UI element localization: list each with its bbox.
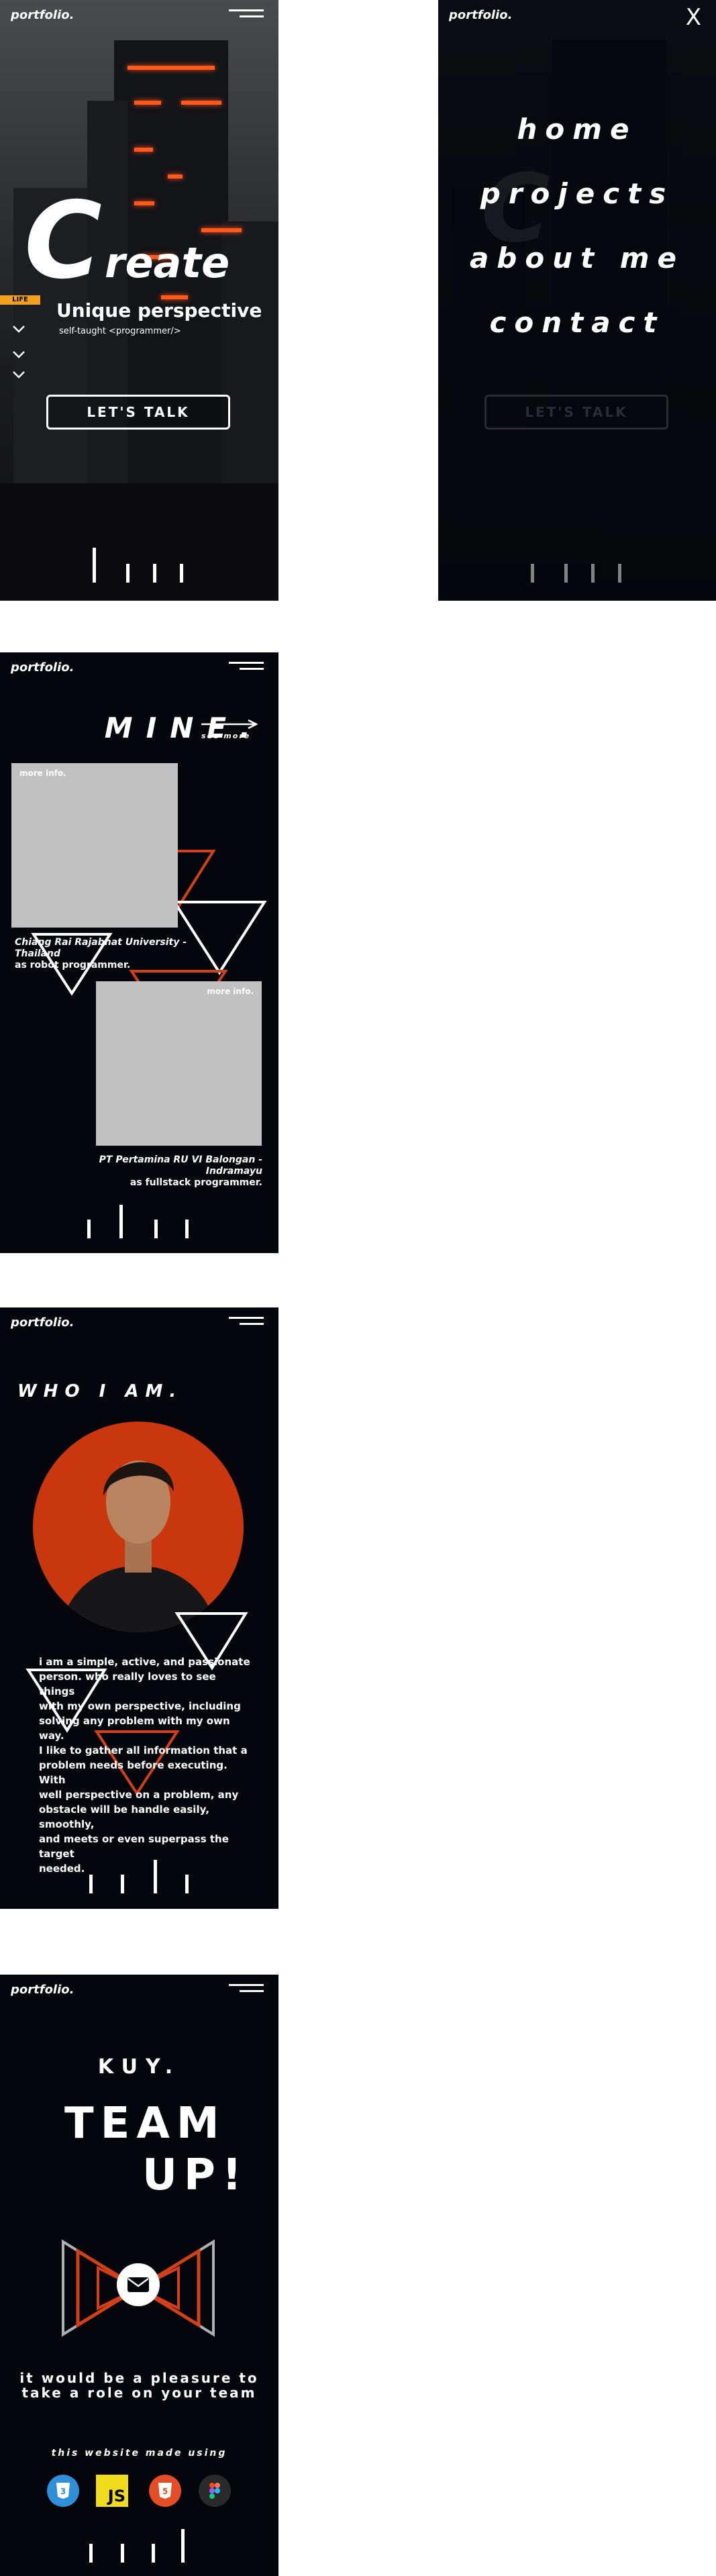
bio-line: with my own perspective, including: [39, 1700, 241, 1712]
project-caption: PT Pertamina RU VI Balongan - Indramayu …: [99, 1154, 262, 1189]
bio-line: I like to gather all information that a: [39, 1744, 248, 1756]
up-heading: UP!: [142, 2150, 249, 2200]
chevron-down-icon: [13, 371, 25, 379]
caption-line: Chiang Rai Rajabhat University -: [15, 937, 187, 948]
about-bio: i am a simple, active, and passionate pe…: [39, 1654, 254, 1876]
caption-line: PT Pertamina RU VI Balongan -: [99, 1154, 262, 1165]
figma-icon: [199, 2475, 231, 2507]
logo[interactable]: portfolio.: [11, 1983, 74, 1997]
page-indicator: [0, 1853, 278, 1893]
email-button[interactable]: [117, 2263, 160, 2306]
about-screen: portfolio. WHO I AM. i am a simple, acti…: [0, 1307, 278, 1909]
javascript-icon: JS: [96, 2475, 128, 2507]
page-indicator: [0, 2522, 278, 2563]
pleasure-text: it would be a pleasure to take a role on…: [0, 2371, 278, 2400]
menu-item-projects[interactable]: projects: [438, 177, 716, 210]
projects-screen: portfolio. MINE. more info. see more Chi…: [0, 652, 278, 1253]
bio-line: problem needs before executing. With: [39, 1759, 227, 1786]
bio-line: obstacle will be handle easily, smoothly…: [39, 1803, 209, 1830]
hero-subtitle: Unique perspective: [56, 299, 262, 321]
chevron-down-icon: [13, 326, 25, 333]
menu-item-contact[interactable]: contact: [438, 306, 716, 339]
menu-item-about[interactable]: about me: [438, 242, 716, 275]
hero-screen: LIFE portfolio. C reate Unique perspecti…: [0, 0, 278, 601]
bio-line: i am a simple, active, and passionate: [39, 1656, 250, 1668]
bio-line: well perspective on a problem, any: [39, 1789, 239, 1801]
html5-icon: 5: [149, 2475, 181, 2507]
logo[interactable]: portfolio.: [449, 8, 512, 22]
made-with-label: this website made using: [51, 2448, 227, 2459]
caption-line: Indramayu: [205, 1166, 262, 1177]
menu-overlay: [438, 0, 716, 601]
css3-label: 3: [60, 2487, 66, 2496]
pleasure-line: take a role on your team: [21, 2385, 257, 2401]
pleasure-line: it would be a pleasure to: [19, 2370, 259, 2386]
close-icon[interactable]: X: [686, 4, 701, 31]
arrow-right-icon: [201, 720, 258, 729]
html5-label: 5: [162, 2487, 168, 2496]
hamburger-menu-button[interactable]: [229, 9, 264, 20]
chevron-down-icon: [13, 351, 25, 358]
page-indicator: [438, 542, 716, 583]
more-info-link[interactable]: more info.: [207, 987, 254, 996]
menu-item-home[interactable]: home: [438, 113, 716, 146]
menu-screen: C LET'S TALK portfolio. X home projects …: [438, 0, 716, 601]
hero-big-letter: C: [24, 179, 102, 303]
lets-talk-button[interactable]: LET'S TALK: [46, 395, 230, 430]
bio-line: solving any problem with my own way.: [39, 1715, 230, 1742]
page-indicator: [0, 542, 278, 583]
team-heading: TEAM: [64, 2099, 226, 2148]
hero-word: reate: [105, 238, 230, 287]
hamburger-menu-button[interactable]: [229, 1984, 264, 1995]
see-more-label: see more: [201, 732, 251, 740]
lets-talk-button-faded: LET'S TALK: [484, 395, 668, 430]
see-more-link[interactable]: see more: [201, 720, 258, 740]
kuy-heading: KUY.: [97, 2055, 181, 2079]
css3-icon: 3: [47, 2475, 79, 2507]
more-info-link[interactable]: more info.: [19, 769, 66, 778]
page-indicator: [0, 1198, 278, 1238]
contact-screen: portfolio. KUY. TEAM UP! it would be a p…: [0, 1975, 278, 2576]
envelope-icon: [127, 2277, 149, 2292]
caption-line: as fullstack programmer.: [130, 1177, 262, 1188]
project-card[interactable]: more info.: [96, 981, 262, 1146]
project-card[interactable]: more info.: [11, 763, 178, 928]
hero-tagline: self-taught <programmer/>: [59, 326, 181, 336]
caption-line: Thailand: [15, 948, 60, 959]
logo[interactable]: portfolio.: [11, 8, 74, 22]
bio-line: person. who really loves to see things: [39, 1671, 216, 1697]
caption-line: as robot programmer.: [15, 960, 131, 971]
project-caption: Chiang Rai Rajabhat University - Thailan…: [15, 937, 187, 971]
